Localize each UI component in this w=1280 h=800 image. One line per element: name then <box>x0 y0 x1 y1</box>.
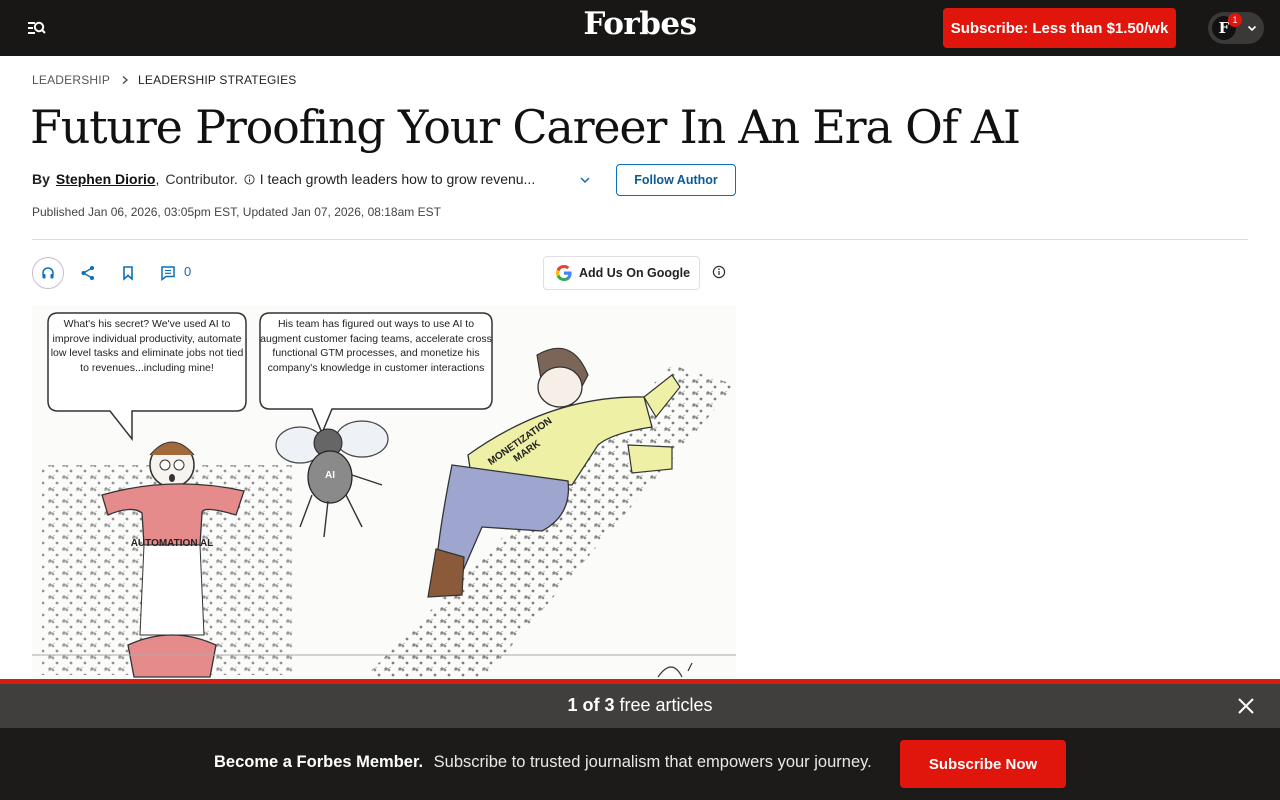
free-articles-count: 1 of 3 free articles <box>0 695 1280 716</box>
speech-bubble-right: His team has figured out ways to use AI … <box>260 318 492 374</box>
byline: By Stephen Diorio , Contributor. I teach… <box>32 170 535 188</box>
article-illustration: What's his secret? We've used AI to impr… <box>32 305 736 680</box>
membership-bar: Become a Forbes Member. Subscribe to tru… <box>0 728 1280 800</box>
membership-message: Become a Forbes Member. Subscribe to tru… <box>214 753 872 772</box>
author-role: Contributor. <box>165 171 238 187</box>
info-icon <box>244 173 255 185</box>
byline-comma: , <box>155 171 160 187</box>
notification-badge: 1 <box>1228 13 1242 27</box>
chevron-down-icon[interactable] <box>579 175 591 185</box>
info-icon[interactable] <box>712 265 726 279</box>
label-automation-al: AUTOMATION AL <box>130 538 214 549</box>
author-bio: I teach growth leaders how to grow reven… <box>259 171 536 187</box>
free-count-bold: 1 of 3 <box>567 695 615 715</box>
membership-text: Subscribe to trusted journalism that emp… <box>433 753 872 771</box>
breadcrumb-leadership[interactable]: LEADERSHIP <box>32 73 110 87</box>
chevron-down-icon <box>1247 25 1257 32</box>
membership-lead: Become a Forbes Member. <box>214 753 424 771</box>
add-us-on-google-button[interactable]: Add Us On Google <box>543 256 700 290</box>
follow-author-button[interactable]: Follow Author <box>616 164 736 196</box>
listen-button[interactable] <box>32 257 64 289</box>
label-ai-fly: AI <box>325 470 335 481</box>
top-navigation-bar: Forbes Subscribe: Less than $1.50/wk F 1 <box>0 0 1280 56</box>
share-icon[interactable] <box>79 264 97 282</box>
speech-bubble-left: What's his secret? We've used AI to impr… <box>50 318 244 374</box>
divider <box>32 239 1248 240</box>
google-button-label: Add Us On Google <box>579 266 691 280</box>
chevron-right-icon <box>122 76 129 84</box>
breadcrumb-leadership-strategies[interactable]: LEADERSHIP STRATEGIES <box>138 73 296 87</box>
close-icon[interactable] <box>1236 696 1256 716</box>
publish-date: Published Jan 06, 2026, 03:05pm EST, Upd… <box>32 205 441 219</box>
comment-icon[interactable] <box>159 264 177 282</box>
free-articles-bar: 1 of 3 free articles <box>0 684 1280 728</box>
google-icon <box>556 265 572 281</box>
by-label: By <box>32 171 50 187</box>
headphones-icon <box>42 267 54 279</box>
free-count-text: free articles <box>619 695 713 715</box>
subscribe-button[interactable]: Subscribe: Less than $1.50/wk <box>943 8 1176 48</box>
bookmark-icon[interactable] <box>119 264 137 282</box>
page-title: Future Proofing Your Career In An Era Of… <box>30 100 1021 154</box>
author-link[interactable]: Stephen Diorio <box>56 171 156 187</box>
breadcrumb: LEADERSHIP LEADERSHIP STRATEGIES <box>32 72 297 88</box>
comment-count[interactable]: 0 <box>184 264 191 279</box>
account-menu[interactable]: F 1 <box>1208 12 1264 44</box>
subscribe-now-button[interactable]: Subscribe Now <box>900 740 1066 788</box>
